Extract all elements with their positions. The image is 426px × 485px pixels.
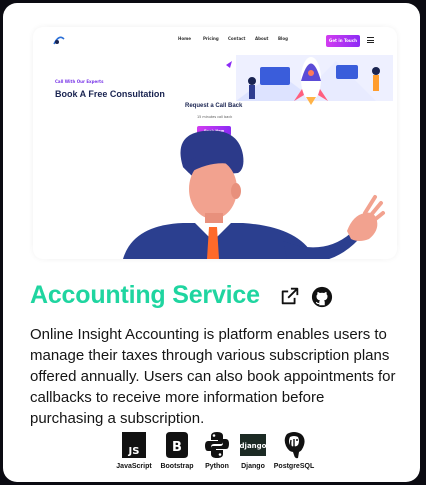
tech-stack: JS JavaScript B Bootstrap Python django [109,431,321,479]
svg-text:B: B [172,440,182,455]
tech-label: PostgreSQL [273,463,315,470]
project-title: Accounting Service [30,281,260,309]
python-icon [205,432,229,458]
postgresql-icon [284,432,305,459]
svg-text:JS: JS [128,446,140,457]
javascript-icon: JS [122,432,146,458]
preview-person-illustration [123,130,385,259]
svg-text:django: django [240,442,266,450]
github-icon[interactable] [311,286,333,308]
project-preview-image[interactable]: Home Pricing Contact About Blog Get in T… [33,27,397,259]
project-description: Online Insight Accounting is platform en… [30,326,396,427]
external-link-icon[interactable] [279,285,301,307]
project-card: Home Pricing Contact About Blog Get in T… [3,3,420,482]
django-icon: django [240,434,266,456]
bootstrap-icon: B [166,432,188,458]
tech-item-postgresql: PostgreSQL [269,431,319,470]
